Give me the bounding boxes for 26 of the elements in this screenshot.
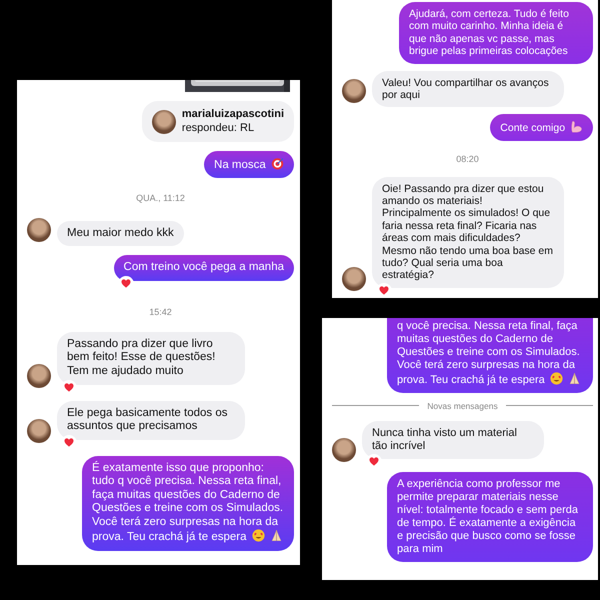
timestamp: 15:42 (148, 306, 173, 317)
message-bubble: Ajudará, com certeza. Tudo é feito com muito carinho. Minha ideia é que não apenas vc passe, mas brigue pelas primeiras colocações (399, 2, 593, 64)
avatar-icon (342, 266, 366, 291)
new-messages-divider: Novas mensagens (427, 400, 498, 411)
message-bubble: Nunca tinha visto um material tão incrível (362, 420, 544, 459)
message-bubble: Valeu! Vou compartilhar os avanços por aqui (372, 70, 564, 108)
message-bubble: Ele pega basicamente todos os assuntos que precisamos (57, 400, 245, 440)
timestamp: QUA., 11:12 (135, 193, 186, 204)
message-bubble: É exatamente isso que proponho: tudo q você precisa. Nessa reta final, faça muitas questões do Caderno de Questões e treine com os Simulados. Você terá zero surpresas na hora da prova. Teu crachá já te espera (82, 456, 294, 551)
message-bubble: Meu maior medo kkk (57, 220, 184, 246)
avatar-icon (27, 364, 51, 388)
message-bubble: Com treino você pega a manha (114, 255, 294, 281)
reply-text: respondeu: RL (182, 122, 256, 135)
message-bubble: Passando pra dizer que livro bem feito! Esse de questões! Tem me ajudado muito (57, 332, 245, 384)
message-bubble: Oie! Passando pra dizer que estou amando os materiais! Principalmente os simulados! O que faria nessa reta final? Ficaria nas áreas com mais dificuldades? Mesmo não tendo uma boa base em tudo? Qual seria uma boa estratégia? (372, 176, 564, 288)
sender-name: marialuizapascotini (182, 108, 284, 122)
timestamp: 08:20 (455, 154, 480, 164)
message-bubble: A experiência como professor me permite preparar materiais nesse nível: totalmente focado e sem perda de tempo. É exatamente a exigência e precisão que busco como se fosse para mim (387, 472, 593, 562)
avatar-icon (27, 218, 51, 242)
avatar-icon (152, 110, 176, 134)
message-bubble: Na mosca (204, 150, 294, 178)
avatar-icon (342, 79, 366, 104)
avatar-icon (332, 438, 356, 462)
message-bubble: q você precisa. Nessa reta final, faça muitas questões do Caderno de Questões e treine com os Simulados. Você terá zero surpresas na hora da prova. Teu crachá já te espera (387, 318, 593, 393)
avatar-icon (27, 418, 51, 443)
message-bubble: Conte comigo (490, 114, 593, 141)
